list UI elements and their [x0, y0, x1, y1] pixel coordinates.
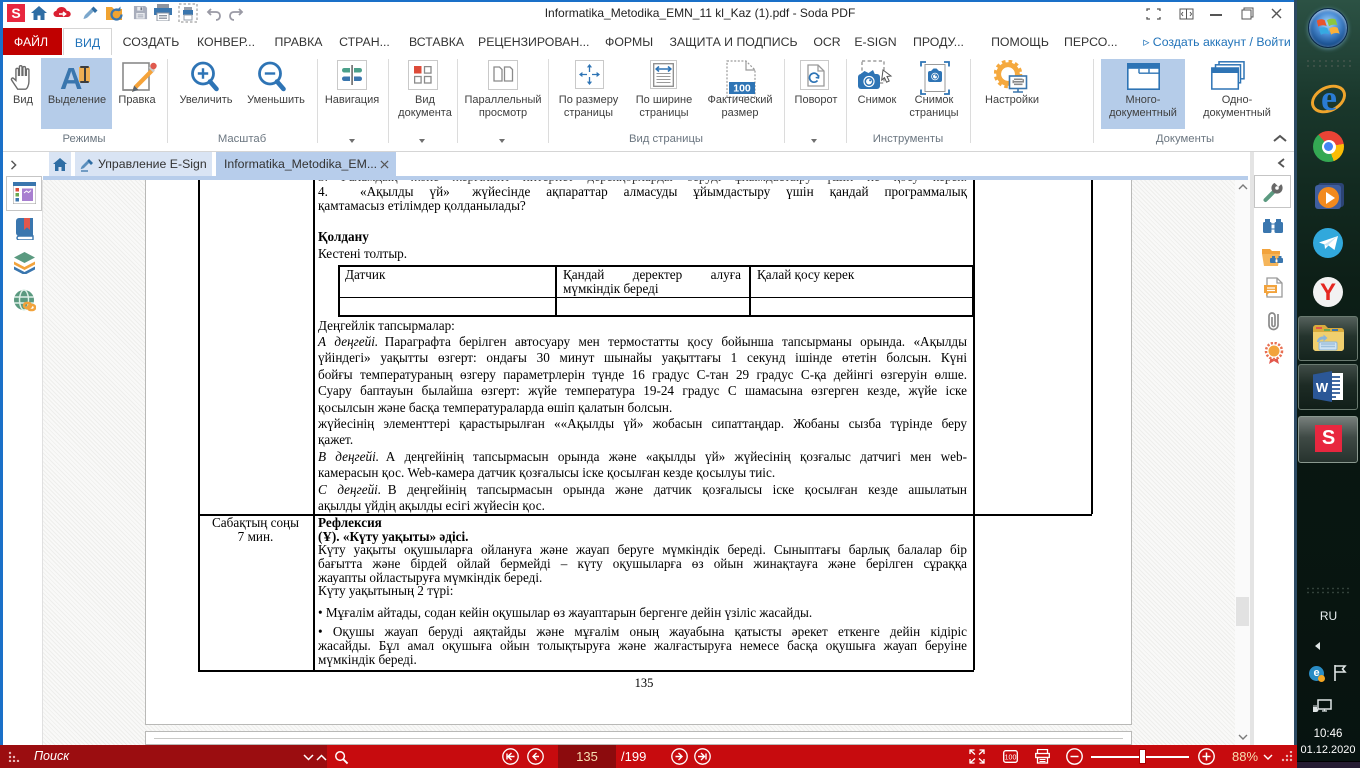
svg-text:W: W [1316, 380, 1329, 395]
svg-text:100: 100 [1005, 755, 1017, 762]
svg-text:100: 100 [733, 83, 751, 95]
